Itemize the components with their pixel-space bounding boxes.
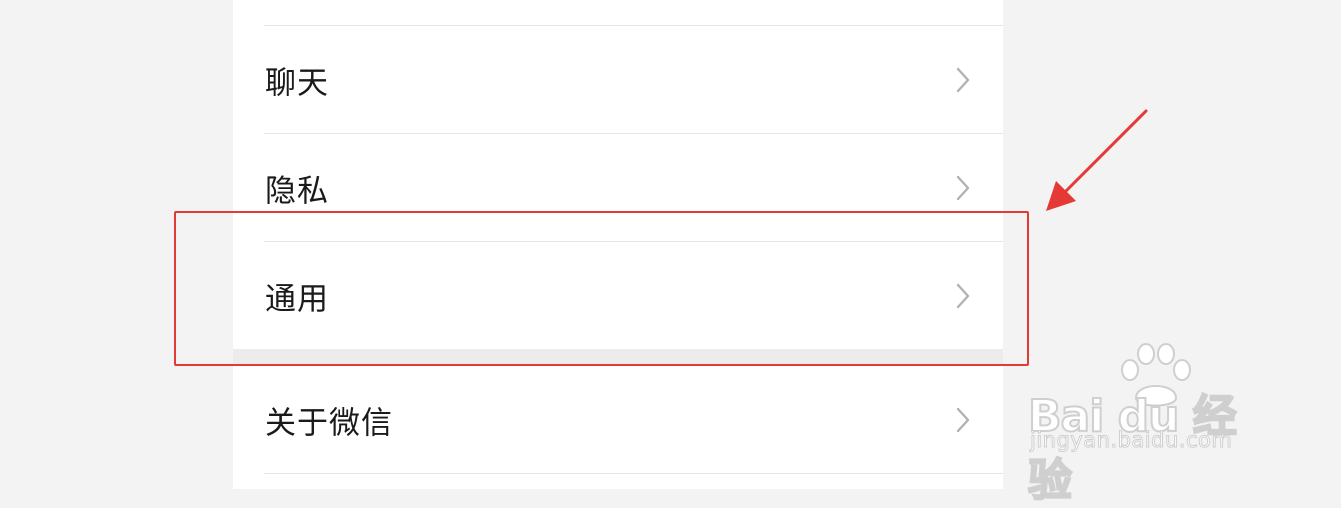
settings-item-about[interactable]: 关于微信 [233, 366, 1003, 473]
settings-panel: 聊天 隐私 通用 关于微信 [233, 0, 1003, 489]
arrow-icon [1046, 109, 1148, 211]
section-gap [233, 349, 1003, 366]
chevron-right-icon [956, 283, 970, 308]
settings-item-label: 关于微信 [265, 405, 393, 441]
settings-item-general[interactable]: 通用 [233, 242, 1003, 349]
chevron-right-icon [956, 175, 970, 200]
chevron-right-icon [956, 67, 970, 92]
chevron-right-icon [956, 407, 970, 432]
settings-item-label: 隐私 [265, 173, 329, 209]
settings-item-chat[interactable]: 聊天 [233, 26, 1003, 133]
settings-item-privacy[interactable]: 隐私 [233, 134, 1003, 241]
watermark-url: jingyan.baidu.com [1029, 428, 1233, 453]
settings-item-label: 聊天 [265, 65, 329, 101]
divider [264, 473, 1003, 474]
settings-item-label: 通用 [265, 281, 329, 317]
baidu-watermark: Bai du 经验 jingyan.baidu.com [1027, 342, 1278, 507]
